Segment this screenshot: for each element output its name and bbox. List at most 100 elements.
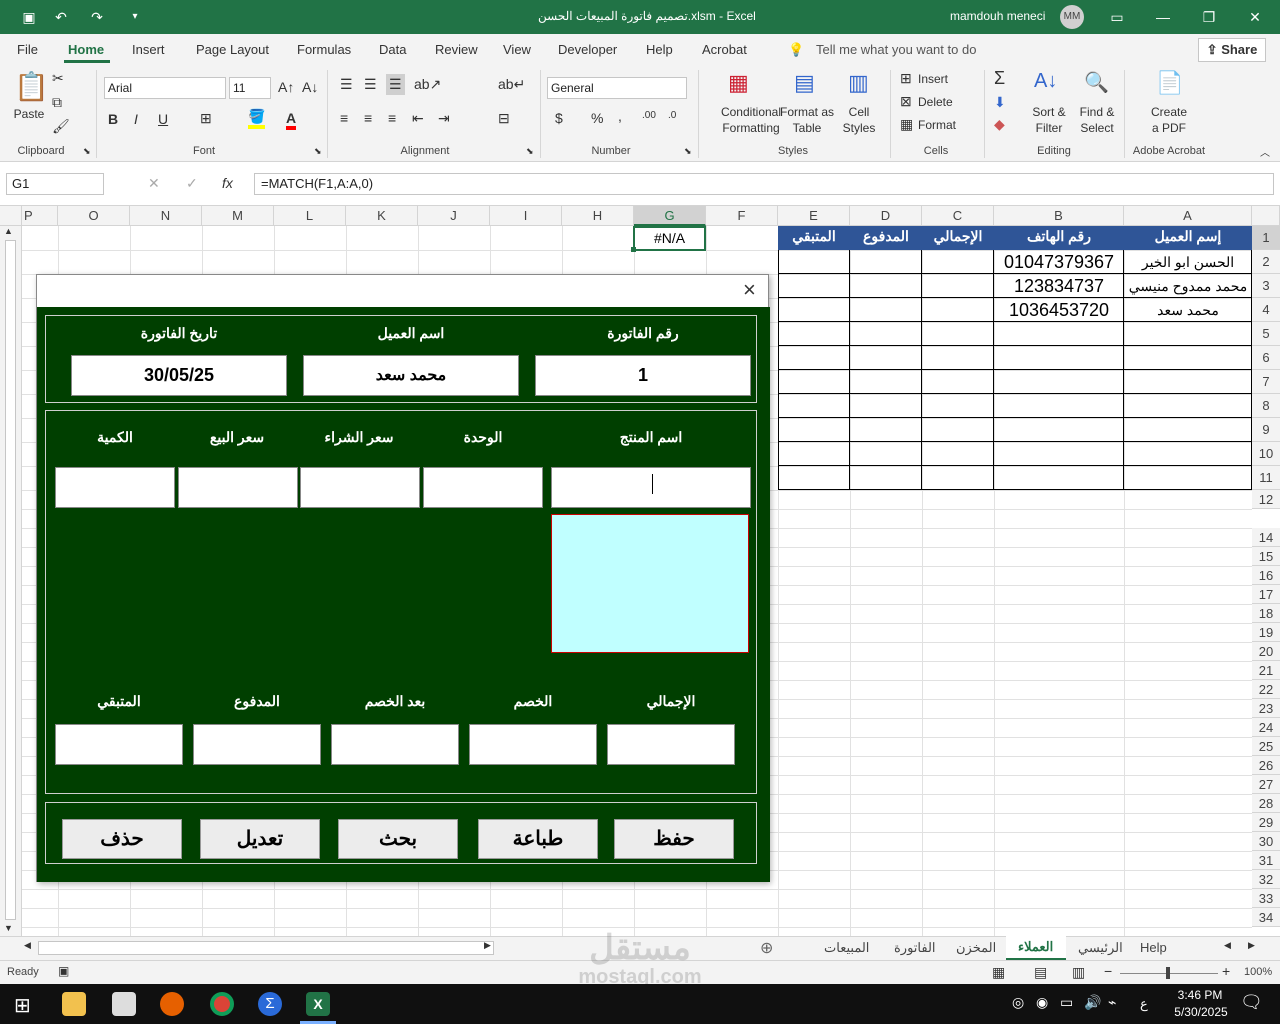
col-header-k[interactable]: K — [346, 206, 418, 226]
tabs-scroll-left-icon[interactable]: ◀ — [1224, 940, 1231, 951]
row-header[interactable]: 3 — [1252, 274, 1280, 298]
ribbon-display-icon[interactable]: ▭ — [1106, 6, 1128, 28]
clear-icon[interactable]: ◆ — [994, 116, 1005, 133]
row-header[interactable]: 32 — [1252, 870, 1280, 889]
product-listbox[interactable] — [551, 514, 749, 653]
network-icon[interactable]: ▭ — [1060, 994, 1073, 1011]
col-header-m[interactable]: M — [202, 206, 274, 226]
table-cell-phone[interactable]: 01047379367 — [994, 252, 1124, 273]
scroll-up-icon[interactable]: ▲ — [4, 226, 13, 236]
col-header-i[interactable]: I — [490, 206, 562, 226]
delete-cells-icon[interactable]: ⊠ — [900, 93, 912, 110]
horizontal-scrollbar[interactable] — [38, 941, 494, 955]
remaining-input[interactable] — [55, 724, 183, 765]
format-painter-icon[interactable]: 🖌 — [52, 118, 70, 135]
tab-sales[interactable]: المبيعات — [824, 940, 869, 956]
header-remaining[interactable]: المتبقي — [778, 228, 850, 245]
decrease-decimal-icon[interactable]: .0 — [668, 110, 676, 121]
row-header[interactable]: 1 — [1252, 226, 1280, 250]
menu-review[interactable]: Review — [435, 42, 478, 57]
row-header[interactable]: 20 — [1252, 642, 1280, 661]
scroll-thumb[interactable] — [5, 240, 16, 920]
tray-icon-1[interactable]: ◎ — [1012, 994, 1024, 1011]
currency-icon[interactable]: $ — [555, 110, 563, 126]
paste-icon[interactable]: 📋 — [14, 70, 49, 103]
save-button[interactable]: حفظ — [614, 819, 734, 859]
row-header[interactable]: 31 — [1252, 851, 1280, 870]
macro-recording-icon[interactable]: ▣ — [58, 964, 69, 978]
sort-filter-icon[interactable]: A↓ — [1034, 70, 1057, 93]
insert-cells-button[interactable]: Insert — [918, 71, 948, 87]
row-header[interactable]: 7 — [1252, 370, 1280, 394]
borders-icon[interactable]: ⊞ — [200, 110, 212, 127]
row-header[interactable]: 23 — [1252, 699, 1280, 718]
restore-icon[interactable]: ❐ — [1198, 6, 1220, 28]
menu-view[interactable]: View — [503, 42, 531, 57]
zoom-in-icon[interactable]: + — [1222, 963, 1230, 979]
cut-icon[interactable]: ✂ — [52, 70, 64, 87]
tab-customers-active[interactable]: العملاء — [1006, 936, 1066, 961]
save-icon[interactable]: ▣ — [18, 6, 40, 28]
selected-cell-g1[interactable]: #N/A — [633, 226, 706, 251]
menu-page-layout[interactable]: Page Layout — [196, 42, 269, 57]
minimize-icon[interactable]: — — [1152, 6, 1174, 28]
increase-decimal-icon[interactable]: .00 — [642, 110, 656, 121]
table-cell-name[interactable]: محمد سعد — [1124, 302, 1252, 319]
font-grow-icon[interactable]: A↑ — [278, 79, 294, 95]
format-cells-button[interactable]: Format — [918, 117, 956, 133]
menu-help[interactable]: Help — [646, 42, 673, 57]
font-size-select[interactable]: 11 — [229, 77, 271, 99]
total-input[interactable] — [607, 724, 735, 765]
format-as-table-button[interactable]: Format as Table — [778, 104, 836, 136]
undo-icon[interactable]: ↶ — [50, 6, 72, 28]
font-shrink-icon[interactable]: A↓ — [302, 79, 318, 95]
align-middle-icon[interactable]: ☰ — [364, 76, 377, 93]
menu-insert[interactable]: Insert — [132, 42, 165, 57]
header-customer-name[interactable]: إسم العميل — [1124, 228, 1252, 245]
underline-button[interactable]: U — [158, 111, 168, 127]
enter-formula-icon[interactable]: ✓ — [186, 175, 198, 192]
find-select-icon[interactable]: 🔍 — [1084, 70, 1109, 95]
file-explorer-icon[interactable] — [62, 992, 86, 1016]
redo-icon[interactable]: ↷ — [86, 6, 108, 28]
row-header[interactable]: 25 — [1252, 737, 1280, 756]
tab-inventory[interactable]: المخزن — [956, 940, 996, 956]
tab-invoice[interactable]: الفاتورة — [894, 940, 936, 956]
zoom-thumb[interactable] — [1166, 967, 1170, 979]
increase-indent-icon[interactable]: ⇥ — [438, 110, 450, 127]
edit-button[interactable]: تعديل — [200, 819, 320, 859]
col-header-b[interactable]: B — [994, 206, 1124, 226]
col-header-e[interactable]: E — [778, 206, 850, 226]
row-header[interactable]: 27 — [1252, 775, 1280, 794]
italic-button[interactable]: I — [134, 111, 138, 127]
create-pdf-icon[interactable]: 📄 — [1156, 70, 1183, 96]
format-as-table-icon[interactable]: ▤ — [794, 70, 815, 96]
close-window-icon[interactable]: ✕ — [1244, 6, 1266, 28]
row-header[interactable]: 26 — [1252, 756, 1280, 775]
scroll-right-icon[interactable]: ▶ — [484, 940, 491, 951]
close-dialog-button[interactable]: × — [743, 277, 756, 303]
row-header[interactable]: 10 — [1252, 442, 1280, 466]
font-name-select[interactable]: Arial — [104, 77, 226, 99]
align-bottom-icon[interactable]: ☰ — [386, 74, 405, 95]
cell-styles-icon[interactable]: ▥ — [848, 70, 869, 96]
row-header[interactable]: 14 — [1252, 528, 1280, 547]
menu-home[interactable]: Home — [68, 42, 104, 57]
row-header[interactable]: 4 — [1252, 298, 1280, 322]
cell-styles-button[interactable]: Cell Styles — [836, 104, 882, 136]
normal-view-icon[interactable]: ▦ — [992, 964, 1005, 981]
volume-icon[interactable]: 🔊 — [1084, 994, 1101, 1011]
page-layout-view-icon[interactable]: ▤ — [1034, 964, 1047, 981]
windows-start-icon[interactable]: ⊞ — [14, 993, 31, 1018]
fill-handle[interactable] — [631, 247, 636, 252]
row-header[interactable]: 9 — [1252, 418, 1280, 442]
search-button[interactable]: بحث — [338, 819, 458, 859]
tray-icon-2[interactable]: ◉ — [1036, 994, 1048, 1011]
col-header-f[interactable]: F — [706, 206, 778, 226]
menu-data[interactable]: Data — [379, 42, 406, 57]
tab-main[interactable]: الرئيسي — [1078, 940, 1123, 956]
row-header[interactable]: 28 — [1252, 794, 1280, 813]
insert-function-button[interactable]: fx — [222, 175, 233, 191]
delete-cells-button[interactable]: Delete — [918, 94, 953, 110]
row-header[interactable]: 29 — [1252, 813, 1280, 832]
